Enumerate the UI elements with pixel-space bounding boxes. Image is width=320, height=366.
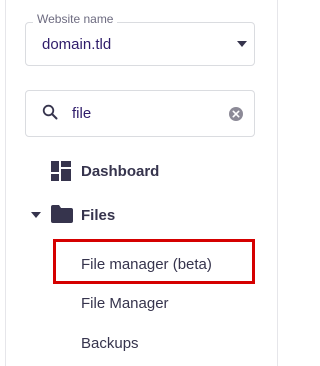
caret-down-icon[interactable]: [237, 41, 247, 47]
sidebar-item-dashboard-label: Dashboard: [81, 163, 160, 180]
sidebar-subitem-label: File Manager: [81, 295, 169, 312]
chevron-down-icon[interactable]: [31, 212, 41, 218]
search-input[interactable]: [25, 90, 255, 137]
website-name-label: Website name: [33, 12, 118, 26]
clear-icon[interactable]: [229, 107, 243, 121]
folder-icon: [51, 205, 73, 223]
dashboard-icon: [51, 161, 71, 181]
website-name-value[interactable]: domain.tld: [42, 36, 111, 54]
search-value[interactable]: file: [72, 105, 91, 123]
highlight-annotation: [53, 239, 255, 284]
sidebar-subitem-label: Backups: [81, 335, 139, 352]
sidebar-item-files-label: Files: [81, 207, 116, 224]
search-icon: [42, 104, 58, 120]
